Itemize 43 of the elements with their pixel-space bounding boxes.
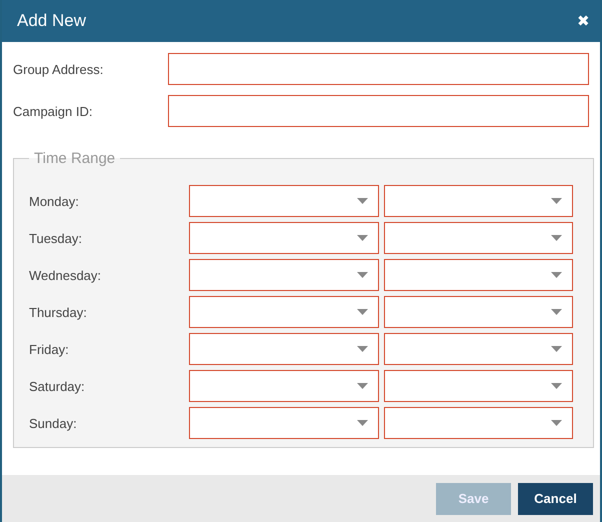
caret-icon: [551, 346, 562, 352]
time-dropdown[interactable]: [384, 407, 573, 439]
caret-icon: [357, 198, 368, 204]
time-dropdown[interactable]: [384, 370, 573, 402]
day-label: Wednesday:: [29, 268, 102, 282]
time-dropdown[interactable]: [189, 259, 379, 291]
caret-icon: [551, 272, 562, 278]
time-dropdown[interactable]: [189, 333, 379, 365]
time-dropdown[interactable]: [384, 185, 573, 217]
field-label: Group Address:: [13, 62, 104, 76]
caret-icon: [357, 383, 368, 389]
day-label: Tuesday:: [29, 230, 83, 246]
day-label: Friday:: [29, 342, 70, 356]
time-dropdown[interactable]: [189, 370, 379, 402]
caret-icon: [551, 420, 562, 426]
caret-icon: [551, 383, 562, 389]
section-title: Time Range: [33, 150, 116, 167]
caret-icon: [551, 235, 562, 241]
caret-icon: [551, 309, 562, 315]
day-label: Saturday:: [29, 378, 86, 394]
day-label: Sunday:: [29, 416, 78, 430]
cancel-button[interactable]: Cancel: [518, 482, 593, 514]
time-dropdown[interactable]: [189, 222, 379, 254]
time-dropdown[interactable]: [189, 185, 379, 217]
text-field[interactable]: [168, 95, 589, 127]
field-label: Campaign ID:: [13, 104, 94, 118]
day-label: Thursday:: [29, 304, 88, 320]
window-title: Add New: [17, 11, 86, 31]
close-icon[interactable]: ✖: [577, 14, 590, 28]
time-dropdown[interactable]: [189, 407, 379, 439]
time-dropdown[interactable]: [189, 296, 379, 328]
caret-icon: [357, 309, 368, 315]
day-label: Monday:: [29, 194, 80, 208]
caret-icon: [357, 272, 368, 278]
text-field[interactable]: [168, 53, 589, 85]
caret-icon: [357, 346, 368, 352]
caret-icon: [357, 235, 368, 241]
time-dropdown[interactable]: [384, 296, 573, 328]
time-dropdown[interactable]: [384, 259, 573, 291]
caret-icon: [551, 198, 562, 204]
time-dropdown[interactable]: [384, 333, 573, 365]
caret-icon: [357, 420, 368, 426]
time-dropdown[interactable]: [384, 222, 573, 254]
